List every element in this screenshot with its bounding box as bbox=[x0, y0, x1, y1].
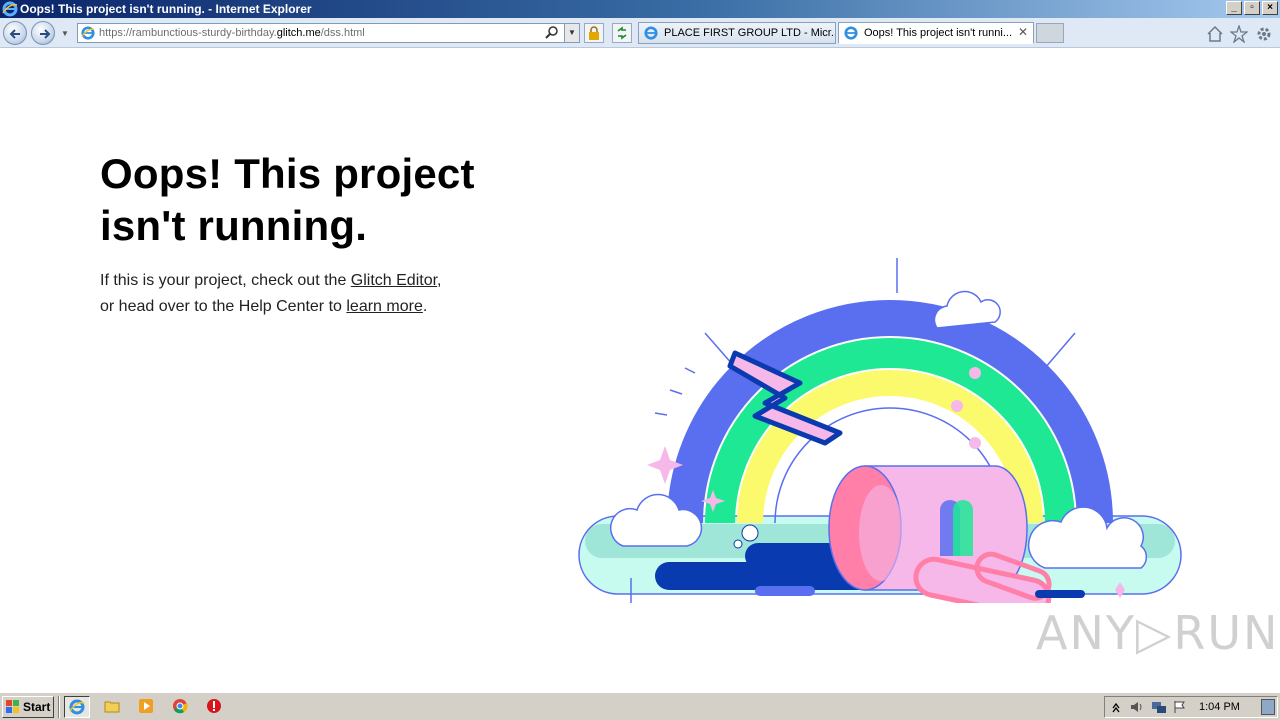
tab-label: PLACE FIRST GROUP LTD - Micr... bbox=[664, 27, 836, 39]
navigation-bar: ▼ https://rambunctious-sturdy-birthday.g… bbox=[0, 18, 1280, 48]
refresh-button[interactable] bbox=[612, 23, 632, 43]
page-favicon-icon bbox=[81, 26, 95, 40]
broken-project-illustration bbox=[578, 258, 1182, 603]
media-player-icon bbox=[139, 699, 153, 713]
desc-text: . bbox=[422, 298, 428, 315]
favorites-star-icon[interactable] bbox=[1230, 25, 1248, 43]
network-icon[interactable] bbox=[1151, 700, 1167, 714]
antivirus-icon bbox=[207, 699, 221, 713]
forward-button[interactable] bbox=[31, 21, 55, 45]
glitch-editor-link[interactable]: Glitch Editor bbox=[351, 272, 437, 289]
lock-icon bbox=[589, 26, 599, 40]
desc-text: If this is your project, check out the bbox=[100, 272, 351, 289]
maximize-button[interactable]: ▫ bbox=[1244, 1, 1260, 15]
tab-close-icon[interactable]: ✕ bbox=[1018, 25, 1028, 39]
back-button[interactable] bbox=[3, 21, 27, 45]
tab-favicon-icon bbox=[844, 26, 858, 40]
minimize-button[interactable]: _ bbox=[1226, 1, 1242, 15]
address-dropdown-icon[interactable]: ▼ bbox=[564, 24, 579, 42]
system-tray: 1:04 PM bbox=[1104, 696, 1278, 718]
internet-explorer-icon bbox=[69, 699, 85, 715]
title-bar: Oops! This project isn't running. - Inte… bbox=[0, 0, 1280, 18]
desc-text: , bbox=[437, 272, 442, 289]
address-bar[interactable]: https://rambunctious-sturdy-birthday.gli… bbox=[77, 23, 580, 43]
new-tab-button[interactable] bbox=[1036, 23, 1064, 43]
chrome-icon bbox=[173, 699, 188, 714]
volume-icon[interactable] bbox=[1129, 700, 1145, 714]
search-icon[interactable] bbox=[545, 26, 559, 40]
folder-icon bbox=[104, 701, 120, 713]
show-desktop-button[interactable] bbox=[1261, 699, 1275, 715]
url-text: https://rambunctious-sturdy-birthday.gli… bbox=[99, 27, 365, 39]
desc-text: or head over to the Help Center to bbox=[100, 298, 347, 315]
taskbar: Start 1:04 PM bbox=[0, 692, 1280, 720]
refresh-icon bbox=[617, 26, 627, 40]
home-icon[interactable] bbox=[1206, 25, 1224, 43]
tab-place-first-group[interactable]: PLACE FIRST GROUP LTD - Micr... bbox=[638, 22, 836, 44]
taskbar-chrome[interactable] bbox=[168, 696, 194, 718]
back-arrow-icon bbox=[9, 29, 20, 39]
internet-explorer-icon bbox=[2, 1, 18, 17]
taskbar-separator bbox=[58, 696, 60, 718]
taskbar-explorer[interactable] bbox=[100, 696, 126, 718]
page-description: If this is your project, check out the G… bbox=[100, 268, 500, 320]
start-label: Start bbox=[23, 700, 51, 714]
page-title: Oops! This project isn't running. bbox=[100, 150, 475, 249]
gear-icon[interactable] bbox=[1255, 25, 1273, 43]
clock[interactable]: 1:04 PM bbox=[1199, 701, 1240, 713]
tab-oops-project[interactable]: Oops! This project isn't runni... ✕ bbox=[838, 22, 1034, 44]
tab-label: Oops! This project isn't runni... bbox=[864, 27, 1013, 39]
history-dropdown-icon[interactable]: ▼ bbox=[61, 29, 69, 38]
taskbar-internet-explorer[interactable] bbox=[64, 696, 90, 718]
close-button[interactable]: × bbox=[1262, 1, 1278, 15]
window-title: Oops! This project isn't running. - Inte… bbox=[20, 2, 312, 16]
action-center-flag-icon[interactable] bbox=[1173, 700, 1187, 714]
security-lock-button[interactable] bbox=[584, 23, 604, 43]
taskbar-media-player[interactable] bbox=[134, 696, 160, 718]
tab-favicon-icon bbox=[644, 26, 658, 40]
show-hidden-icons-icon[interactable] bbox=[1111, 700, 1121, 714]
windows-logo-icon bbox=[6, 700, 19, 713]
forward-arrow-icon bbox=[40, 29, 51, 39]
learn-more-link[interactable]: learn more bbox=[346, 298, 422, 315]
page-content: Oops! This project isn't running. If thi… bbox=[0, 48, 1280, 692]
start-button[interactable]: Start bbox=[2, 696, 54, 718]
taskbar-antivirus[interactable] bbox=[202, 696, 228, 718]
anyrun-watermark: ANY▷RUN bbox=[1036, 606, 1280, 660]
